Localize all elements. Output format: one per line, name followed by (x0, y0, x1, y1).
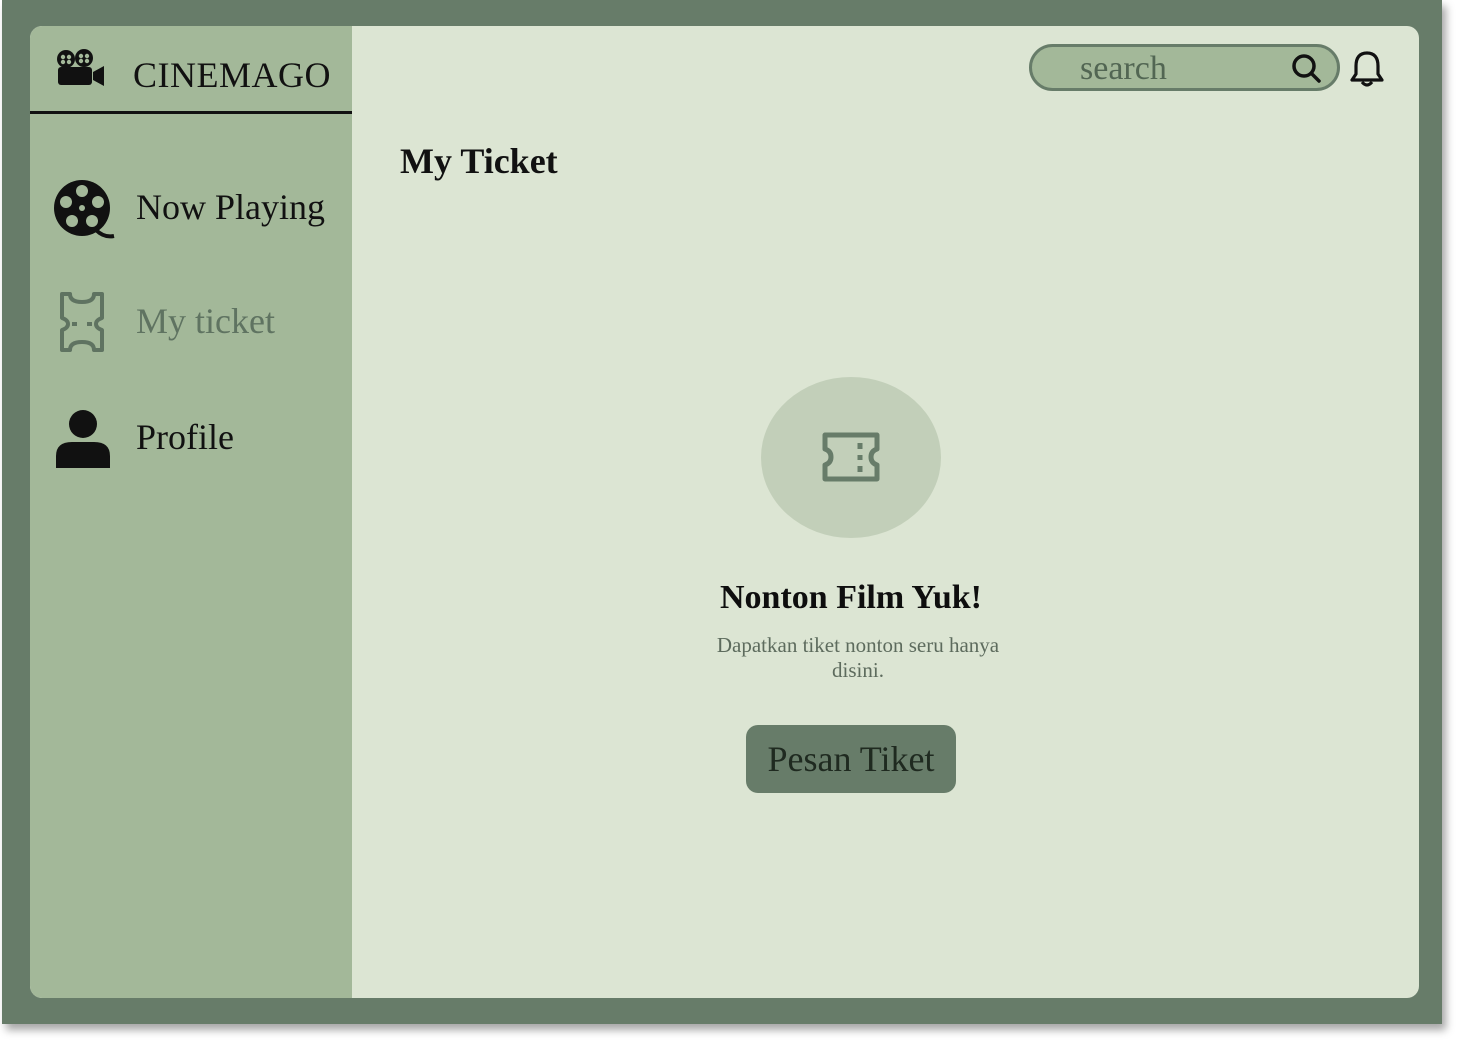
bell-icon[interactable] (1350, 50, 1384, 88)
search-input[interactable] (1080, 49, 1280, 89)
ticket-icon (60, 292, 104, 352)
sidebar-item-label: Profile (136, 417, 234, 457)
sidebar-item-my-ticket[interactable]: My ticket (30, 286, 352, 356)
ticket-icon (822, 432, 880, 482)
sidebar: CINEMAGO Now Playing My ticket Profile (30, 26, 352, 998)
sidebar-item-label: Now Playing (136, 187, 325, 227)
search-icon[interactable] (1290, 52, 1324, 86)
app-window: CINEMAGO Now Playing My ticket Profile s… (30, 26, 1419, 998)
page-title: My Ticket (400, 141, 558, 181)
sidebar-item-profile[interactable]: Profile (30, 402, 352, 472)
sidebar-item-label: My ticket (136, 301, 275, 341)
empty-state-heading: Nonton Film Yuk! (720, 579, 982, 616)
sidebar-item-now-playing[interactable]: Now Playing (30, 172, 352, 242)
brand-header: CINEMAGO (30, 26, 352, 114)
movie-camera-icon (57, 49, 104, 86)
user-icon (56, 410, 110, 468)
book-ticket-button[interactable]: Pesan Tiket (746, 725, 956, 793)
empty-state-illustration (761, 377, 941, 538)
brand-name: CINEMAGO (133, 55, 331, 95)
app-frame: CINEMAGO Now Playing My ticket Profile s… (2, 0, 1442, 1024)
empty-state-message: Dapatkan tiket nonton seru hanya disini. (716, 633, 1000, 682)
film-reel-icon (54, 180, 115, 239)
search-bar (1029, 44, 1340, 91)
